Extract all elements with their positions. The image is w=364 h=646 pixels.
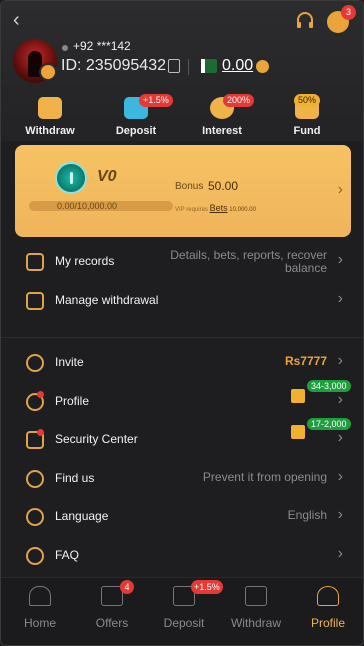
- pakistan-flag-icon: [201, 59, 217, 73]
- uid-value: 235095432: [85, 57, 166, 74]
- status-dot: [62, 45, 68, 51]
- section-divider: [1, 337, 363, 338]
- tab-label: Offers: [95, 616, 129, 630]
- phone-number: +92 ***142: [73, 39, 131, 53]
- chevron-right-icon: ›: [337, 251, 343, 268]
- quick-deposit[interactable]: +1.5% Deposit: [101, 94, 173, 137]
- quick-label: Withdraw: [25, 125, 75, 137]
- chevron-right-icon: ›: [337, 290, 343, 307]
- bottom-tab-bar: Home 4 Offers +1.5% Deposit Withdraw Pro…: [1, 577, 363, 645]
- divider: [188, 59, 189, 75]
- quick-withdraw[interactable]: Withdraw: [15, 97, 85, 137]
- balance-value[interactable]: 0.00: [222, 57, 253, 75]
- row-label: Invite: [55, 355, 84, 369]
- chevron-right-icon: ›: [337, 545, 343, 562]
- vip-medal-icon: [55, 162, 87, 194]
- chevron-right-icon: ›: [337, 352, 343, 369]
- tab-label: Home: [23, 616, 56, 630]
- tab-label: Deposit: [163, 616, 205, 630]
- row-label: Language: [55, 509, 109, 523]
- reward-tag: 17-2,000: [307, 418, 351, 430]
- vip-requirement: VIP requires Bets 10,000.00: [175, 203, 256, 213]
- message-badge: 3: [341, 5, 356, 20]
- gift-icon: [291, 389, 305, 403]
- chevron-right-icon: ›: [337, 506, 343, 523]
- tab-withdraw[interactable]: Withdraw: [221, 586, 291, 630]
- vip-badge-icon: [39, 63, 57, 81]
- chevron-left-icon[interactable]: ‹: [13, 9, 20, 32]
- quick-fund[interactable]: 50% Fund: [272, 94, 342, 137]
- quick-label: Interest: [202, 125, 242, 137]
- tab-label: Withdraw: [230, 616, 281, 630]
- vip-requirement-prefix: VIP requires: [175, 207, 208, 213]
- tab-home[interactable]: Home: [5, 586, 75, 630]
- interest-tag: 200%: [223, 94, 255, 107]
- manage-withdrawal-row[interactable]: Manage withdrawal ›: [1, 284, 363, 316]
- row-hint: English: [287, 508, 327, 522]
- security-center-row[interactable]: Security Center 17-2,000 ›: [1, 418, 363, 455]
- quick-label: Deposit: [115, 125, 157, 137]
- user-icon: [317, 586, 339, 606]
- invite-reward: Rs7777: [284, 354, 327, 368]
- globe-icon: [26, 508, 44, 526]
- tab-label: Profile: [310, 616, 345, 630]
- copy-icon[interactable]: [168, 59, 180, 73]
- refresh-icon[interactable]: [256, 60, 269, 73]
- uid-prefix: ID:: [61, 57, 82, 74]
- chevron-right-icon: ›: [337, 391, 343, 408]
- invite-row[interactable]: Invite Rs7777 ›: [1, 346, 363, 378]
- row-label: Profile: [55, 394, 90, 408]
- fund-tag: 50%: [294, 94, 321, 107]
- chevron-right-icon: ›: [337, 429, 343, 446]
- row-label: Security Center: [55, 432, 138, 446]
- offers-badge: 4: [120, 580, 134, 594]
- row-label: FAQ: [55, 548, 80, 562]
- withdrawal-card-icon: [26, 292, 44, 310]
- row-label: Find us: [55, 471, 95, 485]
- row-label: My records: [55, 254, 115, 268]
- notification-dot: [37, 391, 44, 398]
- tab-offers[interactable]: 4 Offers: [77, 580, 147, 630]
- headset-icon[interactable]: [295, 11, 315, 31]
- top-bar: ‹ 3: [1, 5, 363, 33]
- deposit-badge: +1.5%: [191, 580, 223, 594]
- row-label: Manage withdrawal: [55, 293, 159, 307]
- row-hint: Details, bets, reports, recover balance: [170, 249, 327, 275]
- faq-row[interactable]: FAQ ›: [1, 539, 363, 571]
- find-us-icon: [26, 470, 44, 488]
- vip-requirement-amount: 10,000.00: [229, 207, 256, 213]
- vip-level: V0: [97, 168, 117, 185]
- records-icon: [26, 253, 44, 271]
- find-us-row[interactable]: Find us Prevent it from opening ›: [1, 462, 363, 494]
- row-hint-line: Details, bets, reports, recover: [170, 248, 327, 262]
- invite-icon: [26, 354, 44, 372]
- profile-screen: ‹ 3 +92 ***142 ID: 235095432 0.00 Withdr…: [0, 0, 364, 646]
- tab-deposit[interactable]: +1.5% Deposit: [149, 580, 223, 630]
- question-icon: [26, 547, 44, 565]
- withdraw-icon: [38, 97, 62, 119]
- chevron-right-icon: ›: [337, 468, 343, 485]
- chevron-right-icon: ›: [337, 181, 343, 198]
- row-hint-line: balance: [284, 261, 327, 275]
- language-row[interactable]: Language English ›: [1, 500, 363, 532]
- bonus-value: 50.00: [208, 179, 239, 193]
- quick-label: Fund: [293, 125, 321, 137]
- quick-interest[interactable]: 200% Interest: [187, 94, 257, 137]
- ticket-icon: [245, 586, 267, 606]
- deposit-tag: +1.5%: [139, 94, 173, 107]
- bets-link[interactable]: Bets: [210, 203, 228, 213]
- vip-progress-text: 0.00/10,000.00: [57, 201, 118, 211]
- home-icon: [29, 586, 51, 606]
- my-records-row[interactable]: My records Details, bets, reports, recov…: [1, 245, 363, 277]
- gift-icon: [291, 425, 305, 439]
- tab-profile[interactable]: Profile: [293, 586, 363, 630]
- vip-card[interactable]: V0 0.00/10,000.00 Bonus 50.00 VIP requir…: [15, 145, 351, 237]
- notification-dot: [37, 429, 44, 436]
- bonus-label: Bonus: [175, 181, 204, 192]
- user-id: ID: 235095432: [61, 57, 166, 75]
- reward-tag: 34-3,000: [307, 380, 351, 392]
- profile-row[interactable]: Profile 34-3,000 ›: [1, 380, 363, 417]
- row-hint: Prevent it from opening: [202, 470, 327, 484]
